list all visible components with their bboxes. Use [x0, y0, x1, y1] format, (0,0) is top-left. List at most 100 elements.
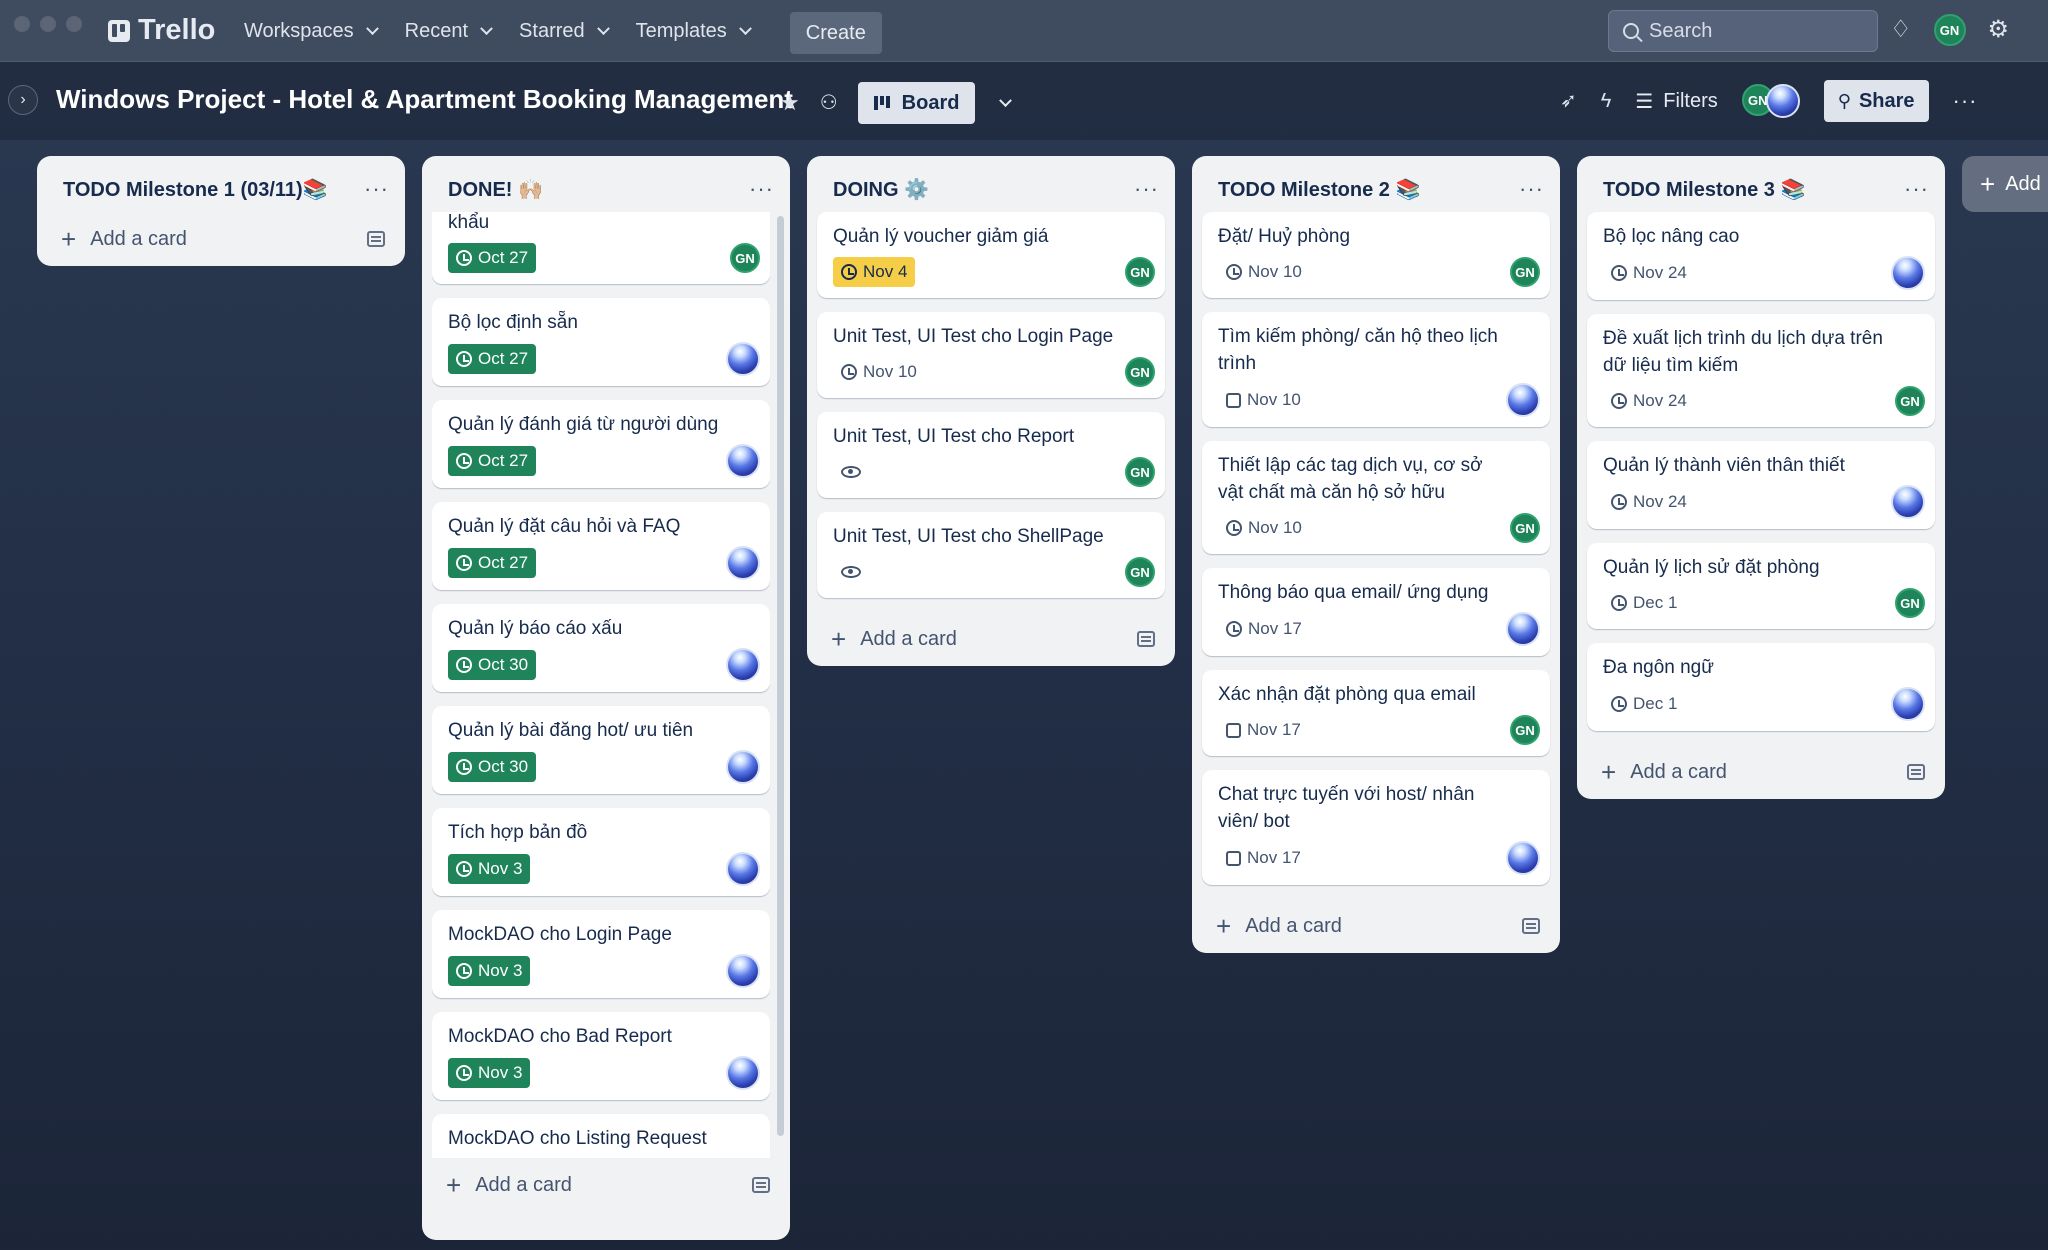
card[interactable]: Quản lý đặt câu hỏi và FAQ Oct 27 [432, 502, 770, 590]
add-card-button[interactable]: + Add a card [1202, 899, 1550, 953]
due-date-badge[interactable]: Nov 17 [1218, 843, 1309, 873]
create-from-template-icon[interactable] [367, 231, 385, 247]
star-icon[interactable]: ★ [780, 92, 800, 114]
list-menu-icon[interactable]: ··· [1134, 176, 1159, 202]
card-member-avatar[interactable] [726, 648, 760, 682]
due-date-badge[interactable]: Oct 27 [448, 446, 537, 476]
list-header[interactable]: DONE! 🙌🏼 ··· [432, 166, 780, 212]
due-date-badge[interactable]: Nov 3 [448, 956, 531, 986]
due-date-badge[interactable]: Nov 10 [1218, 385, 1309, 415]
share-button[interactable]: ⚲ Share [1823, 80, 1929, 122]
add-card-button[interactable]: + Add a card [817, 612, 1165, 666]
visibility-icon[interactable]: ⚇ [820, 93, 838, 113]
board-title[interactable]: Windows Project - Hotel & Apartment Book… [56, 84, 793, 115]
due-date-badge[interactable]: Nov 10 [1218, 257, 1310, 287]
card[interactable]: Chat trực tuyến với host/ nhân viên/ bot… [1202, 770, 1550, 885]
nav-recent[interactable]: Recent [393, 12, 503, 50]
board-menu-icon[interactable]: ··· [1953, 88, 1978, 114]
create-from-template-icon[interactable] [1137, 631, 1155, 647]
checkbox-icon[interactable] [1226, 722, 1241, 738]
list-header[interactable]: TODO Milestone 1 (03/11)📚 ··· [47, 166, 395, 212]
due-date-badge[interactable]: Nov 10 [833, 357, 925, 387]
filters-button[interactable]: ☰ Filters [1635, 89, 1717, 114]
due-date-badge[interactable]: Nov 10 [1218, 513, 1310, 543]
card[interactable]: Quản lý voucher giảm giá Nov 4 GN [817, 212, 1165, 298]
card[interactable]: Thông báo qua email/ ứng dụng Nov 17 [1202, 568, 1550, 656]
due-date-badge[interactable]: Nov 3 [448, 1058, 531, 1088]
card-member-avatar[interactable]: GN [1510, 715, 1540, 745]
due-date-badge[interactable]: Oct 30 [448, 650, 537, 680]
nav-templates[interactable]: Templates [624, 12, 762, 50]
list-title[interactable]: TODO Milestone 3 📚 [1603, 177, 1805, 202]
create-from-template-icon[interactable] [1522, 918, 1540, 934]
due-date-badge[interactable]: Oct 27 [448, 243, 537, 273]
list-menu-icon[interactable]: ··· [749, 176, 774, 202]
card-member-avatar[interactable]: GN [1125, 357, 1155, 387]
card-member-avatar[interactable] [1891, 485, 1925, 519]
card-member-avatar[interactable]: GN [1125, 257, 1155, 287]
card[interactable]: Tìm kiếm phòng/ căn hộ theo lịch trình N… [1202, 312, 1550, 427]
card-member-avatar[interactable]: GN [1510, 257, 1540, 287]
card[interactable]: Bộ lọc nâng cao Nov 24 [1587, 212, 1935, 300]
due-date-badge[interactable]: Nov 4 [833, 257, 916, 287]
due-date-badge[interactable]: Nov 17 [1218, 614, 1310, 644]
card-member-avatar[interactable] [726, 852, 760, 886]
add-card-button[interactable]: + Add a card [47, 212, 395, 266]
due-date-badge[interactable]: Nov 3 [448, 854, 531, 884]
card[interactable]: Xác nhận đặt phòng qua email Nov 17 GN [1202, 670, 1550, 756]
card-member-avatar[interactable]: GN [1125, 457, 1155, 487]
due-date-badge[interactable]: Nov 24 [1603, 258, 1695, 288]
card[interactable]: Unit Test, UI Test cho ShellPage GN [817, 512, 1165, 598]
create-button[interactable]: Create [789, 12, 882, 54]
due-date-badge[interactable]: Oct 27 [448, 548, 537, 578]
card-member-avatar[interactable]: GN [1895, 386, 1925, 416]
list-menu-icon[interactable]: ··· [364, 176, 389, 202]
list-title[interactable]: DOING ⚙️ [833, 177, 929, 202]
list-scrollbar[interactable] [777, 216, 784, 1136]
card[interactable]: MockDAO cho Login Page Nov 3 [432, 910, 770, 998]
card-member-avatar[interactable] [726, 954, 760, 988]
card-member-avatar[interactable] [726, 750, 760, 784]
list-header[interactable]: TODO Milestone 3 📚 ··· [1587, 166, 1935, 212]
card[interactable]: Đa ngôn ngữ Dec 1 [1587, 643, 1935, 731]
add-list-button[interactable]: + Add [1962, 156, 2048, 212]
close-dot[interactable] [14, 16, 30, 32]
create-from-template-icon[interactable] [752, 1177, 770, 1193]
view-switch-chevron-icon[interactable] [999, 93, 1013, 107]
zoom-dot[interactable] [66, 16, 82, 32]
create-from-template-icon[interactable] [1907, 764, 1925, 780]
add-card-button[interactable]: + Add a card [1587, 745, 1935, 799]
card-member-avatar[interactable]: GN [1895, 588, 1925, 618]
member-avatar-photo[interactable] [1765, 84, 1800, 118]
card[interactable]: Quản lý lịch sử đặt phòng Dec 1 GN [1587, 543, 1935, 629]
power-ups-icon[interactable]: ➶ [1560, 91, 1577, 111]
due-date-badge[interactable]: Nov 24 [1603, 386, 1695, 416]
board-view-button[interactable]: Board [857, 82, 976, 124]
settings-gear-icon[interactable]: ⚙ [1988, 18, 2010, 42]
card-member-avatar[interactable]: GN [1510, 513, 1540, 543]
card[interactable]: Unit Test, UI Test cho Login Page Nov 10… [817, 312, 1165, 398]
card[interactable]: MockDAO cho Bad Report Nov 3 [432, 1012, 770, 1100]
card[interactable]: Quản lý thành viên thân thiết Nov 24 [1587, 441, 1935, 529]
card-member-avatar[interactable] [1891, 687, 1925, 721]
card[interactable]: Unit Test, UI Test cho Report GN [817, 412, 1165, 498]
add-card-button[interactable]: + Add a card [432, 1158, 780, 1212]
card-member-avatar[interactable] [726, 546, 760, 580]
due-date-badge[interactable]: Nov 17 [1218, 715, 1309, 745]
card[interactable]: Bộ lọc định sẵn Oct 27 [432, 298, 770, 386]
card-member-avatar[interactable]: GN [1125, 557, 1155, 587]
minimize-dot[interactable] [40, 16, 56, 32]
due-date-badge[interactable]: Nov 24 [1603, 487, 1695, 517]
card-member-avatar[interactable] [726, 342, 760, 376]
card[interactable]: Quản lý đánh giá từ người dùng Oct 27 [432, 400, 770, 488]
checkbox-icon[interactable] [1226, 850, 1241, 866]
card[interactable]: MockDAO cho Listing Request Nov 3 [432, 1114, 770, 1158]
due-date-badge[interactable]: Oct 27 [448, 344, 537, 374]
list-title[interactable]: TODO Milestone 2 📚 [1218, 177, 1420, 202]
notifications-icon[interactable]: ♢ [1890, 18, 1912, 42]
nav-starred[interactable]: Starred [507, 12, 620, 50]
card[interactable]: Tích hợp bản đồ Nov 3 [432, 808, 770, 896]
card[interactable]: Đề xuất lịch trình du lịch dựa trên dữ l… [1587, 314, 1935, 427]
list-header[interactable]: TODO Milestone 2 📚 ··· [1202, 166, 1550, 212]
due-date-badge[interactable]: Oct 30 [448, 752, 537, 782]
